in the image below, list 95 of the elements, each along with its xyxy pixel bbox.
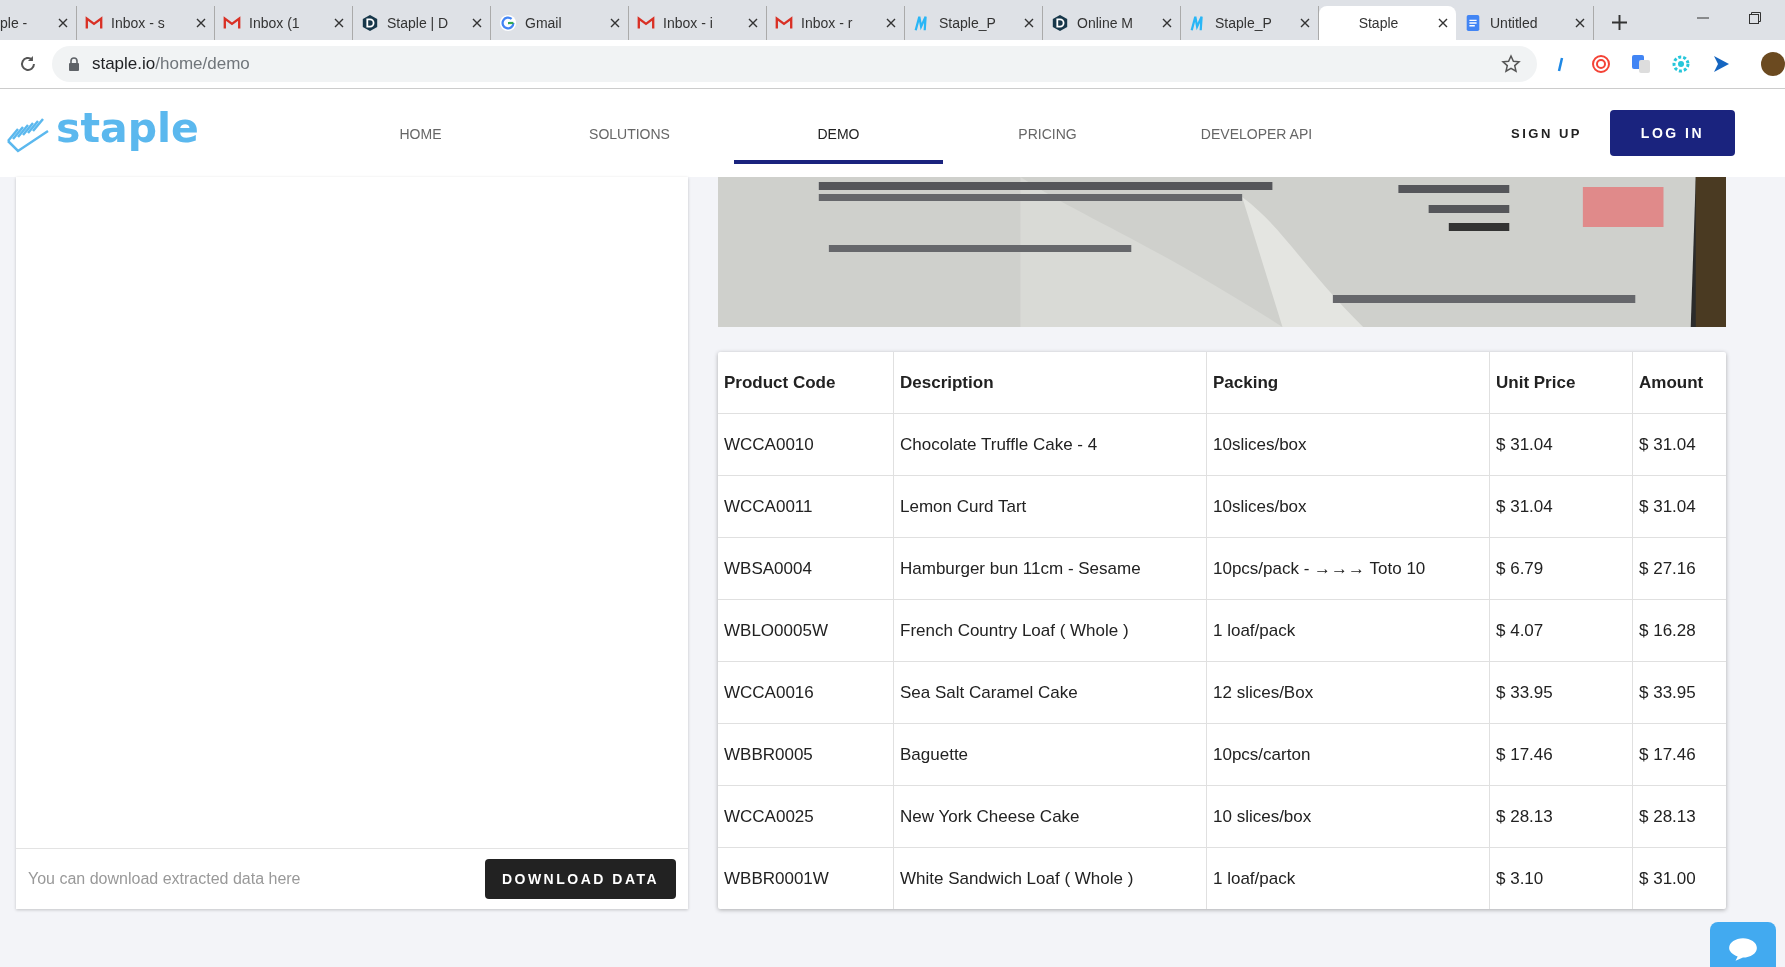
letter-d-icon (1051, 14, 1069, 32)
close-icon[interactable] (748, 18, 758, 28)
close-icon[interactable] (472, 18, 482, 28)
close-icon[interactable] (1300, 18, 1310, 28)
close-icon[interactable] (58, 18, 68, 28)
column-header: Unit Price (1489, 352, 1633, 414)
nav-link[interactable]: SOLUTIONS (525, 106, 734, 164)
reload-icon[interactable] (18, 54, 38, 74)
play-icon[interactable] (1711, 54, 1731, 74)
address-bar[interactable]: staple.io/home/demo (51, 46, 1537, 82)
table-cell: $ 31.00 (1632, 847, 1726, 909)
table-cell: Sea Salt Caramel Cake (893, 661, 1207, 724)
table-cell: 1 loaf/pack (1206, 847, 1490, 909)
nav-link[interactable]: DEVELOPER API (1152, 106, 1361, 164)
tab-title: Staple (1357, 15, 1400, 31)
tab-title: Online M (1077, 15, 1135, 31)
table-cell: $ 28.13 (1489, 785, 1633, 848)
nav-link[interactable]: PRICING (943, 106, 1152, 164)
column-header: Packing (1206, 352, 1490, 414)
table-cell: WCCA0016 (718, 661, 894, 724)
letter-d-icon (361, 14, 379, 32)
tab-title: Inbox - s (111, 15, 166, 31)
table-cell: $ 31.04 (1632, 475, 1726, 538)
table-cell: WBBR0001W (718, 847, 894, 909)
tab-title: ple - (0, 15, 29, 31)
table-cell: $ 17.46 (1489, 723, 1633, 786)
document-icon (1464, 14, 1482, 32)
sign-up-link[interactable]: SIGN UP (1511, 125, 1582, 141)
column-header: Description (893, 352, 1207, 414)
close-icon[interactable] (196, 18, 206, 28)
table-cell: Lemon Curd Tart (893, 475, 1207, 538)
close-icon[interactable] (610, 18, 620, 28)
nav-link[interactable]: DEMO (734, 106, 943, 164)
table-cell: $ 6.79 (1489, 537, 1633, 600)
table-cell: $ 27.16 (1632, 537, 1726, 600)
table-cell: WBSA0004 (718, 537, 894, 600)
tab-title: Untitled (1490, 15, 1539, 31)
table-cell: WCCA0011 (718, 475, 894, 538)
column-header: Amount (1632, 352, 1726, 414)
table-cell: 12 slices/Box (1206, 661, 1490, 724)
close-icon[interactable] (1024, 18, 1034, 28)
table-cell: $ 31.04 (1489, 413, 1633, 476)
table-cell: $ 17.46 (1632, 723, 1726, 786)
close-icon[interactable] (1438, 18, 1448, 28)
speech-bubble-icon (1727, 936, 1759, 962)
table-cell: White Sandwich Loaf ( Whole ) (893, 847, 1207, 909)
table-cell: Chocolate Truffle Cake - 4 (893, 413, 1207, 476)
extension-icon[interactable] (1591, 54, 1611, 74)
table-cell: $ 16.28 (1632, 599, 1726, 662)
tab-title: Inbox (1 (249, 15, 301, 31)
table-cell: WBBR0005 (718, 723, 894, 786)
tab-title: Gmail (525, 15, 563, 31)
tab-title: Staple_P (939, 15, 997, 31)
tab-title: Inbox - r (801, 15, 854, 31)
table-cell: WCCA0010 (718, 413, 894, 476)
table-cell: French Country Loaf ( Whole ) (893, 599, 1207, 662)
download-hint: You can download extracted data here (28, 870, 301, 888)
close-icon[interactable] (1575, 18, 1585, 28)
nav-link[interactable]: HOME (316, 106, 525, 164)
lock-icon (67, 57, 80, 71)
table-cell: $ 4.07 (1489, 599, 1633, 662)
table-cell: $ 33.95 (1489, 661, 1633, 724)
tab-title: Staple | D (387, 15, 450, 31)
table-cell: 10slices/box (1206, 413, 1490, 476)
google-icon (499, 14, 517, 32)
table-cell: 10slices/box (1206, 475, 1490, 538)
table-cell: Baguette (893, 723, 1207, 786)
table-cell: $ 31.04 (1489, 475, 1633, 538)
table-cell: WCCA0025 (718, 785, 894, 848)
close-icon[interactable] (886, 18, 896, 28)
log-in-button[interactable]: LOG IN (1609, 110, 1735, 156)
avatar[interactable] (1761, 52, 1785, 76)
table-cell: 10 slices/box (1206, 785, 1490, 848)
table-cell: 10pcs/pack - →→→ Toto 10 (1206, 537, 1490, 600)
close-icon[interactable] (334, 18, 344, 28)
table-cell: WBLO0005W (718, 599, 894, 662)
table-cell: 1 loaf/pack (1206, 599, 1490, 662)
close-icon[interactable] (1162, 18, 1172, 28)
browser-tab[interactable]: Staple (1319, 6, 1456, 40)
translate-icon[interactable] (1631, 54, 1651, 74)
url-text: staple.io/home/demo (91, 54, 251, 74)
restore-icon[interactable] (1749, 12, 1761, 24)
table-cell: $ 31.04 (1632, 413, 1726, 476)
tab-title: Inbox - i (663, 15, 714, 31)
table-cell: Hamburger bun 11cm - Sesame (893, 537, 1207, 600)
table-cell: New York Cheese Cake (893, 785, 1207, 848)
new-tab-icon[interactable] (1612, 15, 1627, 30)
tab-title: Staple_P (1215, 15, 1273, 31)
table-cell: $ 28.13 (1632, 785, 1726, 848)
download-button[interactable]: DOWNLOAD DATA (485, 859, 676, 899)
table-cell: $ 33.95 (1632, 661, 1726, 724)
table-cell: 10pcs/carton (1206, 723, 1490, 786)
star-icon[interactable] (1501, 54, 1521, 74)
column-header: Product Code (718, 352, 894, 414)
table-cell: $ 3.10 (1489, 847, 1633, 909)
